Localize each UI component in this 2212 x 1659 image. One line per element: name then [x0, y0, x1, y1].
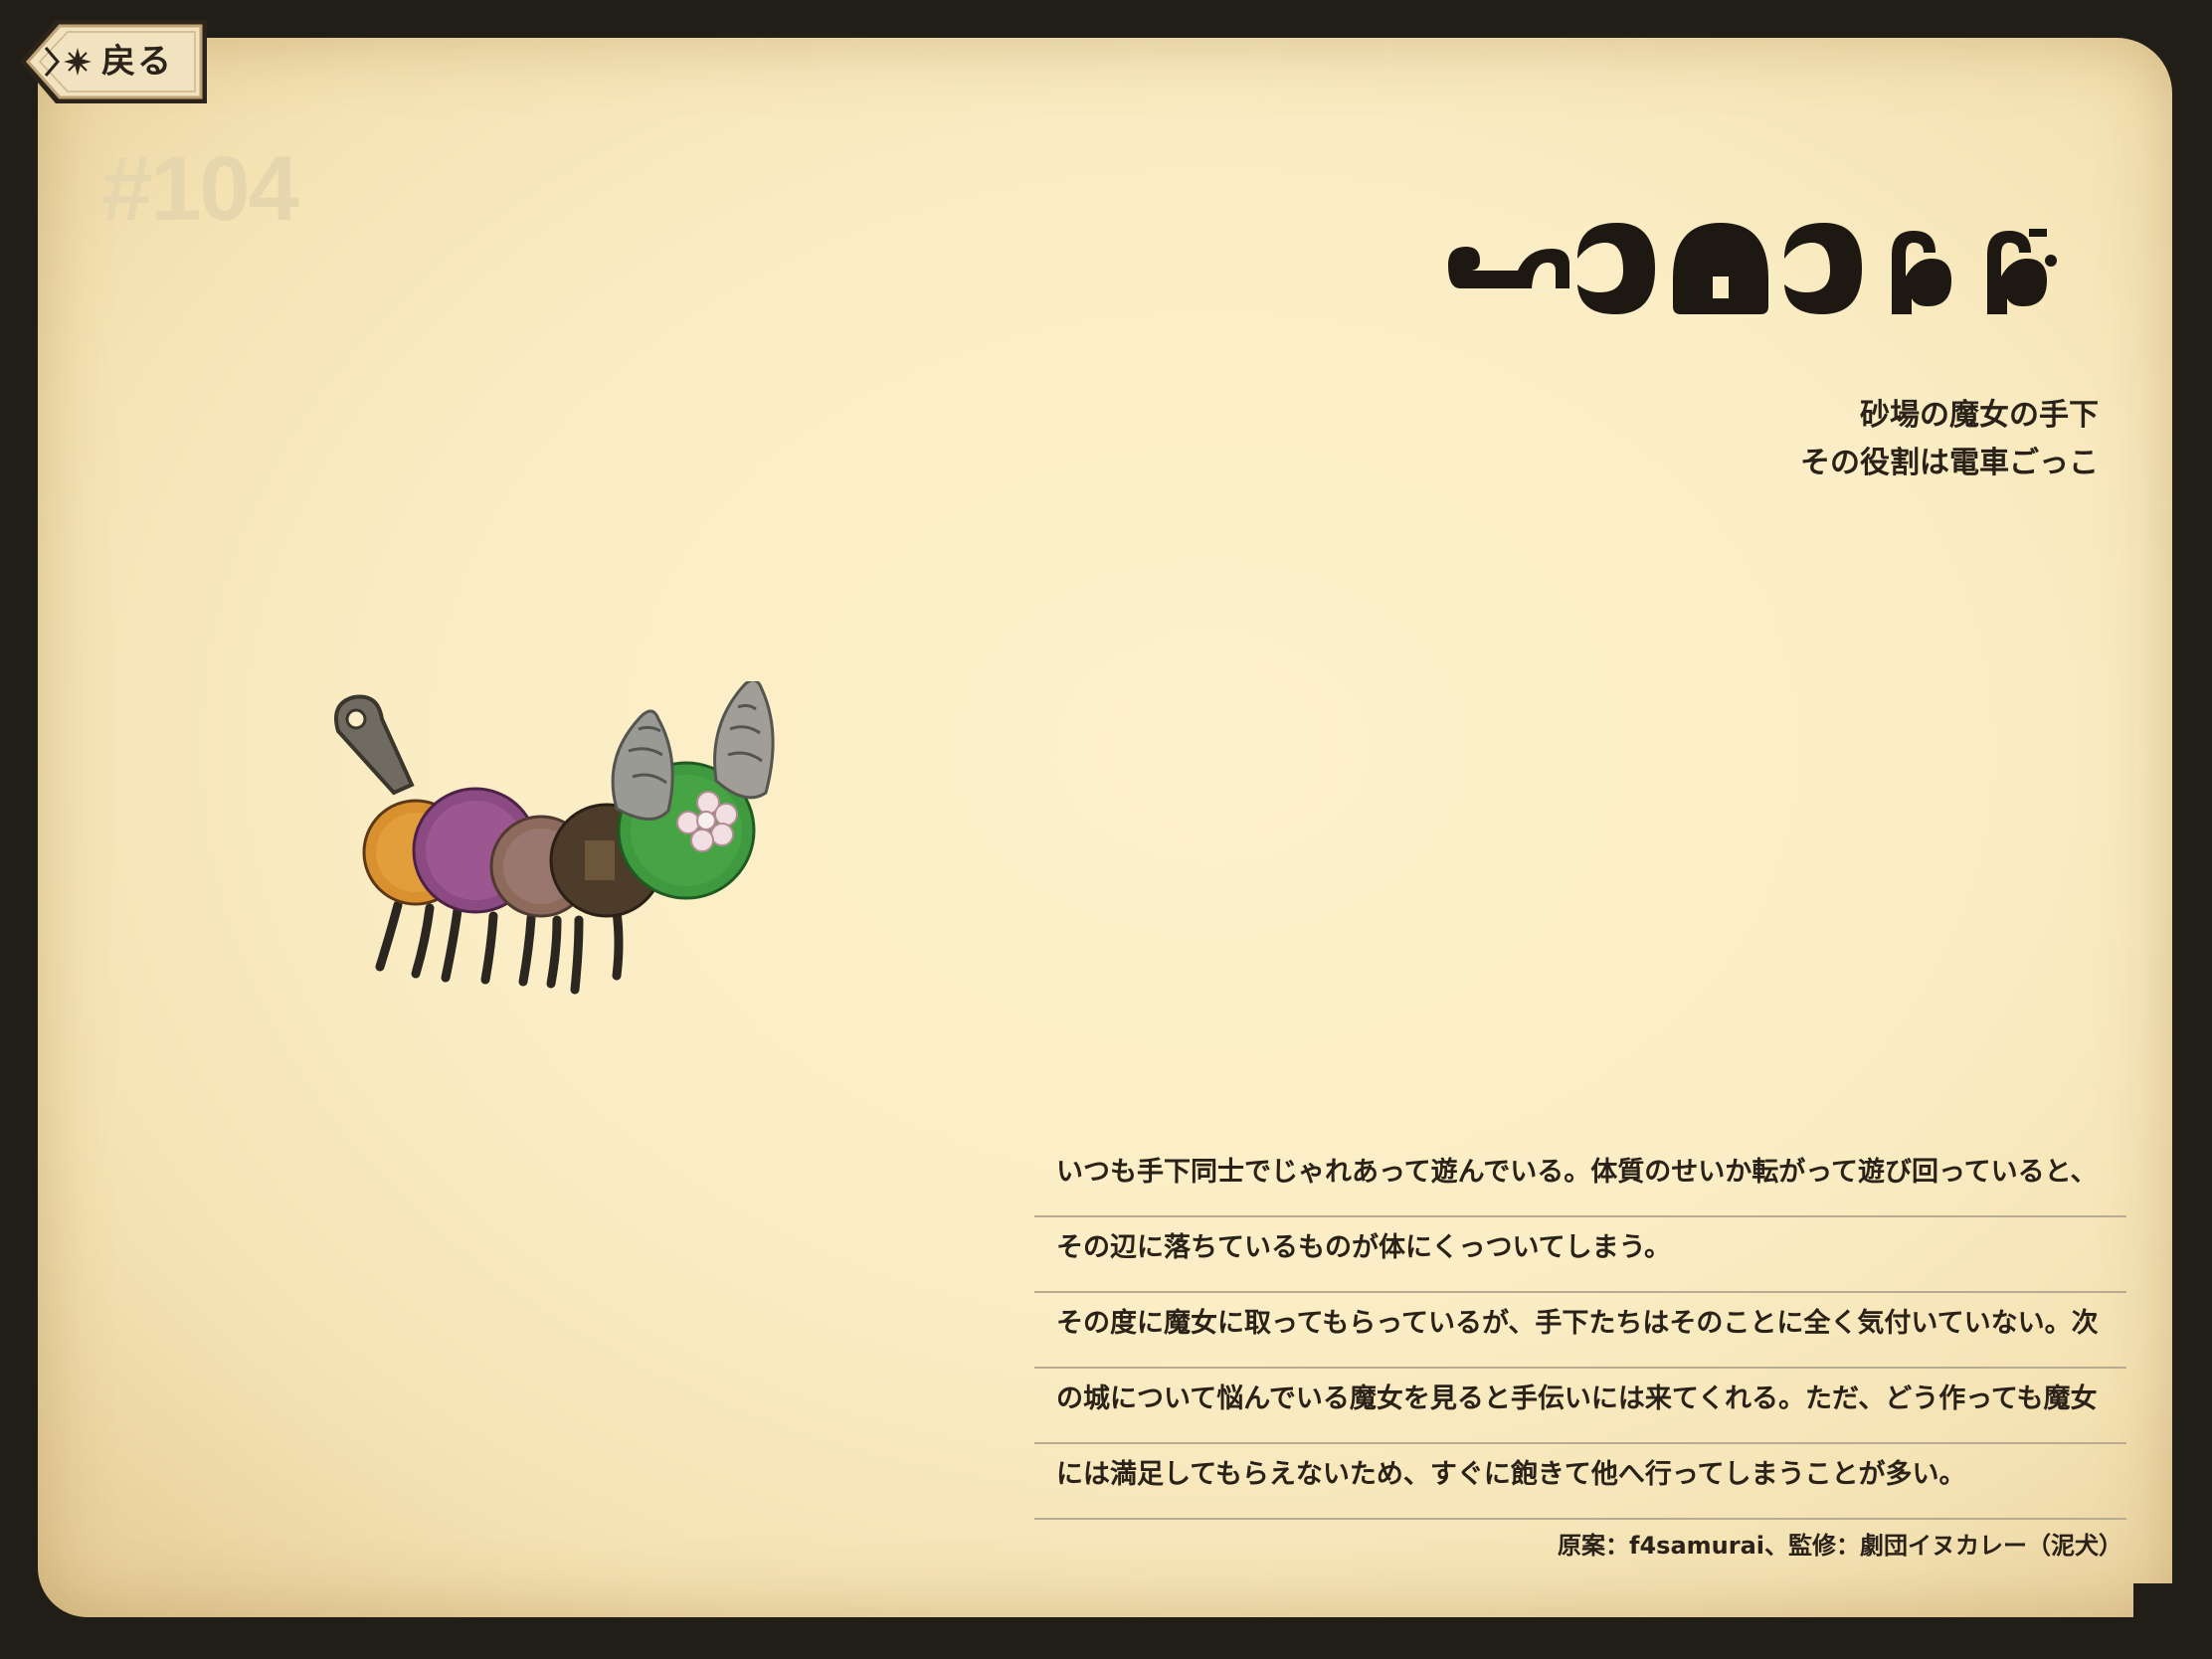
subtitle-line: その役割は電車ごっこ [1800, 446, 2099, 480]
description-line: その辺に落ちているものが体にくっついてしまう。 [1034, 1217, 2126, 1293]
shell-horn-left [611, 709, 674, 821]
stylized-name-script [1448, 223, 2057, 314]
caterpillar-creature-icon [334, 678, 775, 995]
description-line: いつも手下同士でじゃれあって遊んでいる。体質のせいか転がって遊び回っていると、 [1034, 1142, 2126, 1217]
entry-number: #104 [101, 138, 299, 240]
key-ring-tail [334, 694, 415, 796]
creature-illustration [318, 678, 816, 1039]
description-line: の城について悩んでいる魔女を見ると手伝いには来てくれる。ただ、どう作っても魔女 [1034, 1369, 2126, 1444]
page-corner-notch [2133, 1583, 2177, 1623]
subtitle-line: 砂場の魔女の手下 [1860, 398, 2099, 433]
description-line: その度に魔女に取ってもらっているが、手下たちはそのことに全く気付いていない。次 [1034, 1293, 2126, 1369]
shell-horn-right [713, 678, 775, 800]
credit-text: 原案：f4samurai、監修：劇団イヌカレー（泥犬） [1558, 1532, 2122, 1560]
description-line: には満足してもらえないため、すぐに飽きて他へ行ってしまうことが多い。 [1034, 1444, 2126, 1520]
creature-name-logo [1442, 207, 2089, 336]
back-button[interactable]: 戻る [12, 16, 207, 107]
back-button-label: 戻る [101, 42, 173, 82]
creature-subtitle: 砂場の魔女の手下 その役割は電車ごっこ [1800, 392, 2099, 487]
creature-description: いつも手下同士でじゃれあって遊んでいる。体質のせいか転がって遊び回っていると、 … [1034, 1142, 2126, 1520]
